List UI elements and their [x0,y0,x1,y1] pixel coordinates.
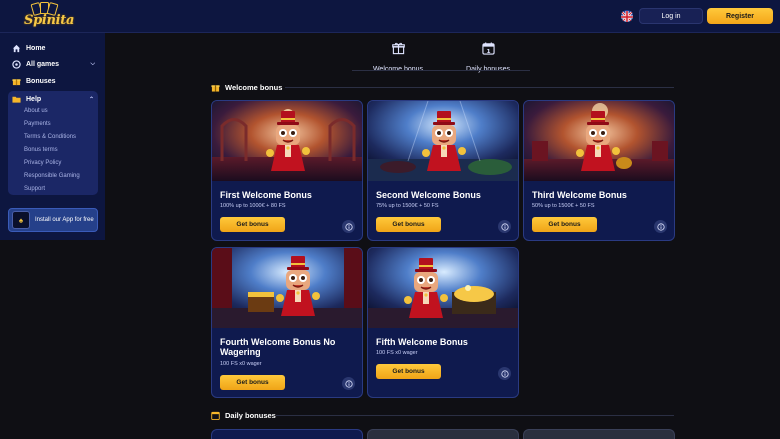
section-divider [285,87,674,88]
bonus-card-subtitle: 100 FS x0 wager [376,350,418,356]
bonus-card-subtitle: 75% up to 1500€ + 50 FS [376,203,439,209]
logo-text: Spinita [24,13,75,28]
section-title-text: Daily bonuses [225,410,276,420]
calendar-icon [211,411,220,420]
bonus-card-image [524,101,674,181]
help-label: Help [26,96,42,103]
gift-box-icon [391,42,405,55]
get-bonus-button[interactable]: Get bonus [532,217,597,232]
help-folder-icon [12,96,21,103]
daily-bonus-card[interactable] [211,429,363,439]
section-daily-bonuses-title: Daily bonuses [211,409,276,421]
uk-flag-icon[interactable] [621,10,633,22]
sidebar-item-all-games[interactable]: All games ⌵ [12,57,95,71]
bonus-card-title: Fifth Welcome Bonus [376,337,468,347]
calendar-day: 1 [486,49,490,55]
sidebar-item-label: All games [26,60,60,68]
section-welcome-bonus-title: Welcome bonus [211,81,282,93]
bonus-card-title: Second Welcome Bonus [376,190,481,200]
login-button[interactable]: Log in [639,8,703,24]
sidebar-item-label: Home [26,44,46,52]
gift-icon [12,78,21,85]
get-bonus-button[interactable]: Get bonus [220,375,285,390]
sidebar-item-bonuses[interactable]: Bonuses [12,74,56,88]
bonus-card-subtitle: 100 FS x0 wager [220,361,262,367]
help-link-terms[interactable]: Terms & Conditions [24,134,76,140]
bonus-card-title: First Welcome Bonus [220,190,312,200]
bonus-card-image [212,101,362,181]
app-icon: ♠ [12,211,30,229]
sidebar-item-label: Bonuses [26,77,56,85]
register-button[interactable]: Register [707,8,773,24]
chevron-up-icon[interactable]: ⌃ [89,96,94,103]
bonus-card-title: Fourth Welcome Bonus No Wagering [220,337,336,357]
get-bonus-button[interactable]: Get bonus [376,217,441,232]
gift-box-icon [211,84,220,92]
bonus-card-fourth[interactable]: Fourth Welcome Bonus No Wagering 100 FS … [211,247,363,398]
tab-daily-bonuses[interactable]: 1 Daily bonuses [443,40,533,73]
daily-bonus-card[interactable] [523,429,675,439]
calendar-icon: 1 [481,42,495,55]
bonus-card-third[interactable]: Third Welcome Bonus 50% up to 1500€ + 50… [523,100,675,241]
section-divider [276,415,674,416]
bonus-card-second[interactable]: Second Welcome Bonus 75% up to 1500€ + 5… [367,100,519,241]
install-app-label: Install our App for free [35,216,94,223]
help-link-responsible-gaming[interactable]: Responsible Gaming [24,173,80,179]
help-link-privacy[interactable]: Privacy Policy [24,160,61,166]
tab-welcome-bonus[interactable]: Welcome bonus [353,40,443,73]
info-icon[interactable] [498,367,511,380]
tabs-underline [352,70,530,71]
info-icon[interactable] [342,377,355,390]
info-icon[interactable] [342,220,355,233]
sidebar-item-home[interactable]: Home [12,41,45,55]
spinita-logo[interactable]: Spinita [22,1,75,29]
help-link-support[interactable]: Support [24,186,45,192]
help-link-about-us[interactable]: About us [24,108,48,114]
bonus-card-fifth[interactable]: Fifth Welcome Bonus 100 FS x0 wager Get … [367,247,519,398]
bonus-card-title: Third Welcome Bonus [532,190,627,200]
section-title-text: Welcome bonus [225,82,283,92]
help-link-payments[interactable]: Payments [24,121,51,127]
top-header: Spinita Log in Register [0,0,780,33]
bonus-card-subtitle: 50% up to 1500€ + 50 FS [532,203,595,209]
info-icon[interactable] [654,220,667,233]
daily-bonus-card[interactable] [367,429,519,439]
bonus-card-image [368,101,518,181]
chevron-down-icon[interactable]: ⌵ [90,61,95,68]
bonus-card-image [212,248,362,328]
sidebar-item-help[interactable]: Help ⌃ [12,94,94,105]
help-menu: Help ⌃ About us Payments Terms & Conditi… [8,91,98,195]
get-bonus-button[interactable]: Get bonus [220,217,285,232]
sidebar: Home All games ⌵ Bonuses Help ⌃ About us… [0,33,105,240]
install-app-banner[interactable]: ♠ Install our App for free [8,208,98,232]
get-bonus-button[interactable]: Get bonus [376,364,441,379]
help-link-bonus-terms[interactable]: Bonus terms [24,147,58,153]
home-icon [12,44,21,52]
bonus-card-first[interactable]: First Welcome Bonus 100% up to 1000€ + 8… [211,100,363,241]
games-icon [12,59,21,69]
info-icon[interactable] [498,220,511,233]
bonus-card-image [368,248,518,328]
bonus-card-subtitle: 100% up to 1000€ + 80 FS [220,203,286,209]
